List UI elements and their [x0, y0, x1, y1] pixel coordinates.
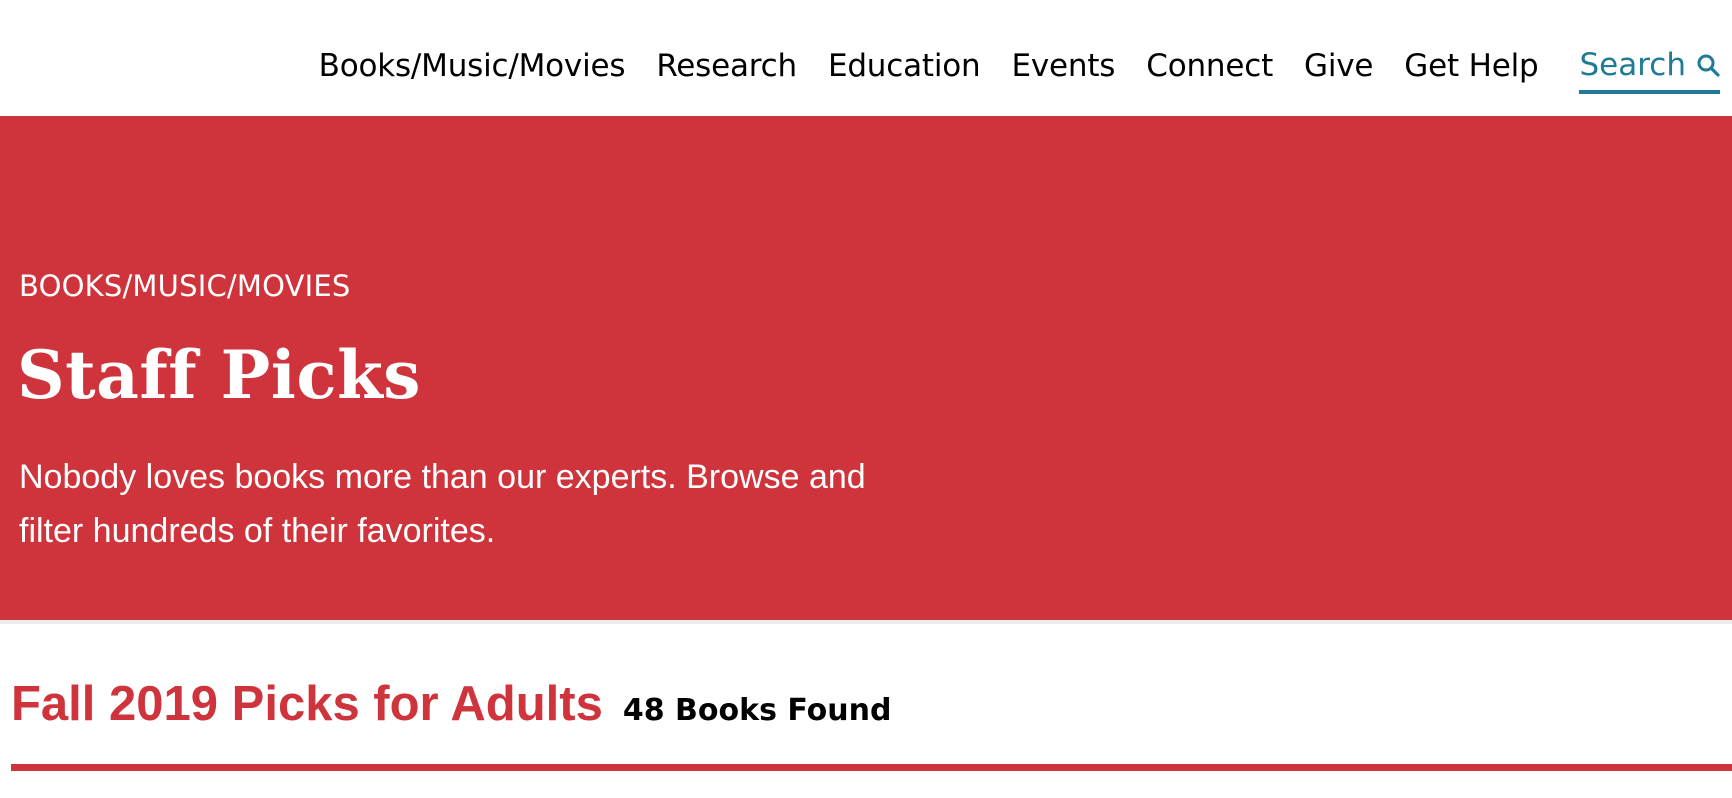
page-title: Staff Picks: [17, 336, 421, 414]
nav-item-education[interactable]: Education: [828, 48, 981, 84]
nav-item-events[interactable]: Events: [1011, 48, 1115, 84]
results-heading: Fall 2019 Picks for Adults: [11, 677, 603, 731]
hero-banner: BOOKS/MUSIC/MOVIES Staff Picks Nobody lo…: [0, 116, 1732, 620]
hero-description: Nobody loves books more than our experts…: [19, 458, 866, 550]
nav-item-connect[interactable]: Connect: [1146, 48, 1273, 84]
search-label: Search: [1579, 47, 1686, 83]
breadcrumb[interactable]: BOOKS/MUSIC/MOVIES: [19, 269, 351, 303]
main-nav: Books/Music/Movies Research Education Ev…: [319, 44, 1732, 94]
results-title: Fall 2019 Picks for Adults 48 Books Foun…: [11, 676, 891, 732]
search-icon: [1697, 54, 1720, 77]
results-count: 48 Books Found: [622, 693, 892, 728]
nav-item-research[interactable]: Research: [656, 48, 797, 84]
search-button[interactable]: Search: [1579, 47, 1720, 94]
nav-item-give[interactable]: Give: [1304, 48, 1373, 84]
top-navigation: Books/Music/Movies Research Education Ev…: [0, 0, 1732, 116]
results-rule: [11, 764, 1732, 771]
nav-item-get-help[interactable]: Get Help: [1404, 48, 1538, 84]
results-header: Fall 2019 Picks for Adults 48 Books Foun…: [0, 624, 1732, 798]
nav-item-books-music-movies[interactable]: Books/Music/Movies: [319, 48, 626, 84]
